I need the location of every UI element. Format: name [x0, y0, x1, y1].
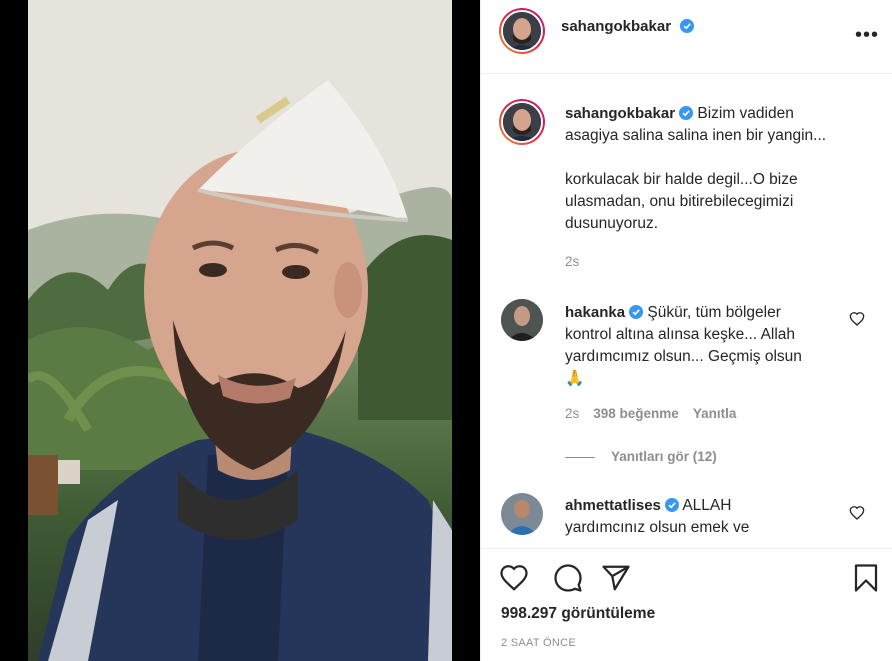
commenter-avatar[interactable] [501, 493, 543, 535]
comment-line-2: kontrol altına alınsa keşke... Allah [565, 326, 796, 343]
avatar-image [503, 12, 541, 50]
post-header: sahangokbakar ••• [481, 0, 892, 74]
caption-line-3: korkulacak bir halde degil...O bize [565, 171, 798, 188]
more-options-icon[interactable]: ••• [855, 24, 879, 47]
comment-emoji: 🙏 [565, 370, 585, 387]
verified-badge-icon [664, 498, 679, 512]
comment-text: ahmettatlises ALLAH yardımcınız olsun em… [565, 495, 749, 539]
comment-item: hakanka Şükür, tüm bölgeler kontrol altı… [499, 299, 875, 479]
avatar-image [501, 299, 543, 341]
video-frame-illustration [28, 0, 452, 661]
post-actions: 998.297 görüntüleme 2 SAAT ÖNCE [481, 548, 892, 661]
avatar-image [501, 493, 543, 535]
caption-avatar[interactable] [499, 99, 545, 145]
like-heart-icon[interactable] [499, 563, 529, 593]
post-video[interactable] [28, 0, 452, 661]
comment-bubble-icon[interactable] [553, 563, 583, 593]
bookmark-save-icon[interactable] [851, 563, 881, 593]
view-replies-button[interactable]: Yanıtları gör (12) [565, 449, 717, 464]
share-direct-icon[interactable] [601, 563, 631, 593]
reply-button[interactable]: Yanıtla [693, 406, 737, 421]
comments-section[interactable]: sahangokbakar Bizim vadiden asagiya sali… [481, 75, 892, 547]
comment-line-3: yardımcımız olsun... Geçmiş olsun [565, 348, 802, 365]
post-sidebar: sahangokbakar ••• sahangokbakar Bizim va… [480, 0, 892, 661]
verified-badge-icon [679, 106, 694, 120]
caption-author[interactable]: sahangokbakar [565, 105, 675, 122]
comment-like-icon[interactable] [849, 311, 865, 327]
comment-like-icon[interactable] [849, 505, 865, 521]
comment-line-1: Şükür, tüm bölgeler [647, 304, 781, 321]
caption-line-2: asagiya salina salina inen bir yangin... [565, 127, 827, 144]
verified-badge-icon [629, 305, 644, 319]
comment-line-1: ALLAH [682, 497, 732, 514]
caption-line-5: dusunuyoruz. [565, 215, 659, 232]
comment-likes[interactable]: 398 beğenme [593, 406, 679, 421]
comment-text: hakanka Şükür, tüm bölgeler kontrol altı… [565, 302, 802, 390]
caption-line-4: ulasmadan, onu bitirebilecegimizi [565, 193, 794, 210]
commenter-avatar[interactable] [501, 299, 543, 341]
view-count[interactable]: 998.297 görüntüleme [501, 605, 655, 623]
comment-time[interactable]: 2s [565, 406, 579, 421]
comment-line-2: yardımcınız olsun emek ve [565, 519, 750, 536]
author-avatar[interactable] [499, 8, 545, 54]
caption: sahangokbakar Bizim vadiden asagiya sali… [499, 99, 875, 279]
post-timestamp[interactable]: 2 SAAT ÖNCE [501, 637, 576, 649]
comment-item: ahmettatlises ALLAH yardımcınız olsun em… [499, 493, 875, 547]
author-username[interactable]: sahangokbakar [561, 18, 671, 35]
caption-line-1: Bizim vadiden [697, 105, 794, 122]
verified-badge-icon [679, 19, 694, 33]
comment-author[interactable]: hakanka [565, 304, 625, 321]
replies-divider [565, 456, 595, 458]
caption-text: sahangokbakar Bizim vadiden asagiya sali… [565, 103, 826, 235]
header-user: sahangokbakar [561, 18, 694, 36]
comment-meta: 2s 398 beğenme Yanıtla [565, 406, 736, 421]
view-replies-label: Yanıtları gör (12) [611, 449, 717, 464]
caption-time[interactable]: 2s [565, 254, 579, 269]
comment-author[interactable]: ahmettatlises [565, 497, 661, 514]
avatar-image [503, 103, 541, 141]
